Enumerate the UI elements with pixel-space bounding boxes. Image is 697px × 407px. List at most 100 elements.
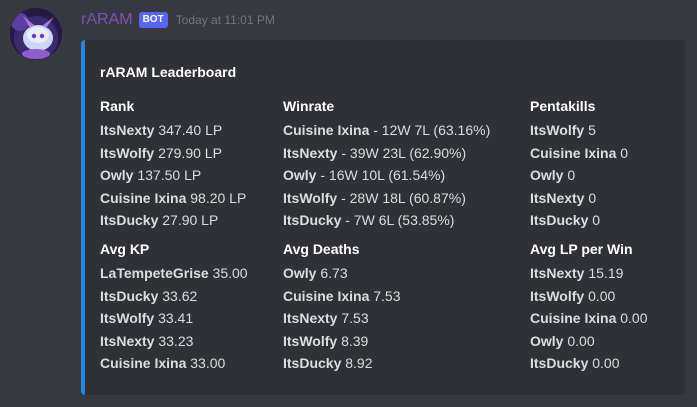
stat-value: 0: [563, 167, 576, 183]
stat-value: 33.00: [186, 355, 226, 371]
stat-value: 98.20 LP: [186, 189, 247, 206]
message-timestamp[interactable]: Today at 11:01 PM: [176, 13, 275, 27]
player-name: ItsWolfy: [530, 287, 585, 304]
stat-value: 0: [588, 212, 601, 228]
field-title: Rank: [100, 98, 135, 114]
field-line: ItsWolfy 279.90 LP: [100, 142, 246, 165]
player-name: ItsNexty: [530, 189, 585, 206]
field-line: ItsNexty 347.40 LP: [100, 119, 246, 142]
field-rank: Rank ItsNexty 347.40 LP ItsWolfy 279.90 …: [100, 96, 246, 232]
stat-value: - 16W 10L (61.54%): [316, 167, 446, 183]
field-line: ItsDucky 0.00: [530, 352, 648, 375]
embed-title: rARAM Leaderboard: [100, 64, 237, 80]
field-line: Owly 6.73: [283, 262, 401, 285]
field-avg-kp: Avg KP LaTempeteGrise 35.00 ItsDucky 33.…: [100, 239, 248, 375]
stat-value: 8.92: [341, 355, 373, 371]
stat-value: - 39W 23L (62.90%): [337, 144, 467, 161]
leaderboard-embed: rARAM Leaderboard Rank ItsNexty 347.40 L…: [81, 40, 685, 395]
stat-value: 0.00: [584, 287, 616, 304]
field-title: Winrate: [283, 98, 335, 114]
player-name: ItsNexty: [283, 144, 338, 161]
field-title: Avg KP: [100, 241, 150, 257]
bot-avatar[interactable]: [10, 8, 62, 60]
player-name: Owly: [283, 167, 317, 183]
field-line: ItsDucky 27.90 LP: [100, 209, 246, 232]
message-header: rARAM BOT Today at 11:01 PM: [81, 11, 275, 29]
field-line: Cuisine Ixina 33.00: [100, 352, 248, 375]
player-name: ItsDucky: [283, 212, 342, 228]
field-line: ItsNexty 33.23: [100, 330, 248, 353]
field-avg-deaths: Avg Deaths Owly 6.73 Cuisine Ixina 7.53 …: [283, 239, 401, 375]
player-name: ItsNexty: [100, 332, 155, 349]
stat-value: 0.00: [588, 355, 620, 371]
field-title: Avg LP per Win: [530, 241, 633, 257]
field-line: LaTempeteGrise 35.00: [100, 262, 248, 285]
player-name: Cuisine Ixina: [100, 189, 187, 206]
field-winrate: Winrate Cuisine Ixina - 12W 7L (63.16%) …: [283, 96, 490, 232]
stat-value: 0: [616, 144, 629, 161]
field-line: ItsWolfy - 28W 18L (60.87%): [283, 187, 490, 210]
stat-value: 7.53: [369, 287, 401, 304]
player-name: Owly: [530, 167, 564, 183]
stat-value: 33.23: [154, 332, 194, 349]
stat-value: 33.41: [154, 310, 194, 326]
field-line: ItsWolfy 33.41: [100, 307, 248, 330]
bot-tag-badge: BOT: [138, 12, 168, 28]
player-name: Cuisine Ixina: [530, 144, 617, 161]
player-name: ItsNexty: [530, 265, 585, 281]
stat-value: - 28W 18L (60.87%): [337, 189, 466, 206]
player-name: ItsWolfy: [100, 144, 155, 161]
player-name: ItsWolfy: [530, 122, 585, 138]
bot-message: rARAM BOT Today at 11:01 PM rARAM Leader…: [0, 0, 697, 407]
field-line: Cuisine Ixina 98.20 LP: [100, 187, 246, 210]
bot-username[interactable]: rARAM: [81, 11, 133, 29]
field-line: Cuisine Ixina 0.00: [530, 307, 648, 330]
stat-value: 8.39: [337, 332, 369, 349]
stat-value: 27.90 LP: [158, 212, 219, 228]
player-name: ItsDucky: [100, 212, 159, 228]
field-line: ItsNexty 0: [530, 187, 628, 210]
player-name: Owly: [530, 332, 564, 349]
player-name: ItsDucky: [283, 355, 342, 371]
stat-value: 0: [584, 189, 597, 206]
player-name: Owly: [100, 167, 134, 183]
field-line: Owly 137.50 LP: [100, 164, 246, 187]
stat-value: 347.40 LP: [154, 122, 223, 138]
field-line: ItsDucky 0: [530, 209, 628, 232]
field-line: ItsWolfy 8.39: [283, 330, 401, 353]
player-name: ItsNexty: [283, 310, 338, 326]
stat-value: 0.00: [563, 332, 595, 349]
stat-value: 279.90 LP: [154, 144, 222, 161]
stat-value: 15.19: [584, 265, 624, 281]
stat-value: 35.00: [208, 265, 248, 281]
player-name: Cuisine Ixina: [283, 122, 370, 138]
field-line: Cuisine Ixina 7.53: [283, 285, 401, 308]
field-line: ItsNexty 7.53: [283, 307, 401, 330]
player-name: ItsDucky: [530, 355, 589, 371]
stat-value: 7.53: [337, 310, 369, 326]
player-name: Owly: [283, 265, 317, 281]
player-name: ItsNexty: [100, 122, 155, 138]
player-name: ItsWolfy: [283, 189, 338, 206]
stat-value: 137.50 LP: [133, 167, 202, 183]
player-name: ItsWolfy: [283, 332, 338, 349]
field-line: ItsDucky - 7W 6L (53.85%): [283, 209, 490, 232]
stat-value: - 7W 6L (53.85%): [341, 212, 455, 228]
field-title: Pentakills: [530, 98, 596, 114]
player-name: LaTempeteGrise: [100, 265, 209, 281]
player-name: Cuisine Ixina: [100, 355, 187, 371]
field-line: ItsWolfy 0.00: [530, 285, 648, 308]
player-name: ItsDucky: [530, 212, 589, 228]
player-name: Cuisine Ixina: [530, 310, 617, 326]
field-line: ItsDucky 8.92: [283, 352, 401, 375]
field-avg-lp-per-win: Avg LP per Win ItsNexty 15.19 ItsWolfy 0…: [530, 239, 648, 375]
field-line: ItsWolfy 5: [530, 119, 628, 142]
field-line: Owly 0.00: [530, 330, 648, 353]
stat-value: 5: [584, 122, 596, 138]
field-line: Cuisine Ixina - 12W 7L (63.16%): [283, 119, 490, 142]
player-name: ItsWolfy: [100, 310, 155, 326]
avatar-image-icon: [10, 8, 62, 60]
field-line: ItsNexty 15.19: [530, 262, 648, 285]
field-line: ItsDucky 33.62: [100, 285, 248, 308]
stat-value: 6.73: [316, 265, 348, 281]
